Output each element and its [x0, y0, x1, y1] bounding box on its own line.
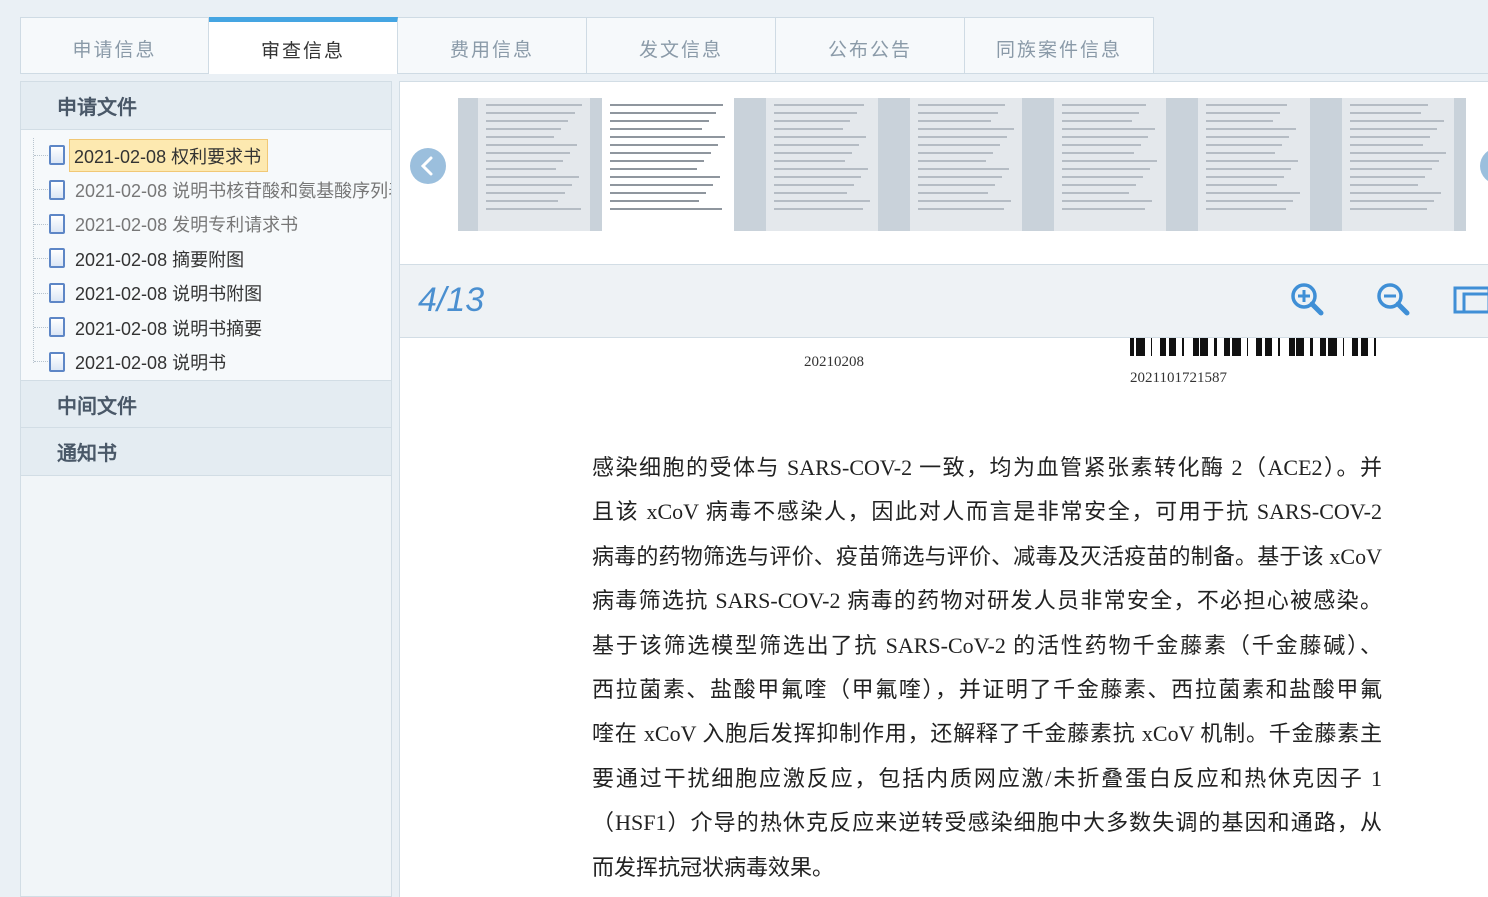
file-label: 2021-02-08 说明书 [75, 353, 227, 374]
document-line: 病毒的药物筛选与评价、疫苗筛选与评价、减毒及灭活疫苗的制备。基于该 xCoV [592, 543, 1382, 569]
file-label: 2021-02-08 权利要求书 [69, 138, 269, 172]
document-line: （HSF1）介导的热休克反应来逆转受感染细胞中大多数失调的基因和通路，从 [592, 810, 1382, 836]
thumbnail-page-preview [1198, 98, 1310, 231]
file-item-request[interactable]: 2021-02-08 发明专利请求书 [21, 207, 391, 241]
file-label: 2021-02-08 摘要附图 [75, 249, 245, 270]
tab-application-info[interactable]: 申请信息 [20, 17, 209, 74]
document-line: 喹在 xCoV 入胞后发挥抑制作用，还解释了千金藤素抗 xCoV 机制。千金藤素… [592, 721, 1382, 747]
document-line: 基于该筛选模型筛选出了抗 SARS-CoV-2 的活性药物千金藤素（千金藤碱）、 [592, 632, 1382, 658]
file-label: 2021-02-08 说明书附图 [75, 284, 263, 305]
document-line: 要通过干扰细胞应激反应，包括内质网应激/未折叠蛋白反应和热休克因子 1 [592, 765, 1382, 791]
tab-dispatch-info[interactable]: 发文信息 [587, 17, 776, 74]
file-item-description-abstract[interactable]: 2021-02-08 说明书摘要 [21, 310, 391, 344]
document-icon [49, 179, 65, 200]
section-notices[interactable]: 通知书 [21, 428, 391, 476]
file-label: 2021-02-08 说明书摘要 [75, 318, 263, 339]
file-item-description-figures[interactable]: 2021-02-08 说明书附图 [21, 276, 391, 310]
document-line: 病毒筛选抗 SARS-COV-2 病毒的药物对研发人员非常安全，不必担心被感染。 [592, 588, 1382, 614]
section-intermediate-files[interactable]: 中间文件 [21, 380, 391, 428]
document-icon [49, 145, 65, 166]
thumbnail-page-preview [766, 98, 878, 231]
thumbnail-page-preview [1054, 98, 1166, 231]
page-thumbnail[interactable] [1178, 98, 1322, 231]
file-sidebar: 申请文件 2021-02-08 权利要求书 2021-02-08 说明书核苷酸和… [20, 81, 392, 897]
thumbnail-strip [400, 82, 1488, 264]
file-item-sequence-listing[interactable]: 2021-02-08 说明书核苷酸和氨基酸序列表 [21, 172, 391, 206]
tab-fee-info[interactable]: 费用信息 [398, 17, 587, 74]
file-tree: 2021-02-08 权利要求书 2021-02-08 说明书核苷酸和氨基酸序列… [21, 130, 391, 380]
thumbnail-page-preview [602, 98, 734, 231]
document-icon [49, 248, 65, 269]
file-item-abstract-figure[interactable]: 2021-02-08 摘要附图 [21, 241, 391, 275]
tab-family-cases[interactable]: 同族案件信息 [965, 17, 1154, 74]
thumbnail-page-preview [1342, 98, 1454, 231]
page-thumbnail[interactable] [1034, 98, 1178, 231]
chevron-right-icon[interactable] [1480, 148, 1488, 184]
document-viewer: 4/13 20210208 2021101721587 感染细胞的受体与 SAR… [399, 81, 1488, 897]
thumbnail-page-preview [478, 98, 590, 231]
document-line: 感染细胞的受体与 SARS-COV-2 一致，均为血管紧张素转化酶 2（ACE2… [592, 455, 1382, 480]
tab-divider [398, 73, 1488, 74]
thumbnail-list [458, 98, 1466, 231]
file-label: 2021-02-08 发明专利请求书 [75, 215, 299, 236]
zoom-out-icon[interactable] [1374, 280, 1414, 320]
page-thumbnail[interactable] [602, 98, 746, 231]
document-icon [49, 351, 65, 372]
document-line: 而发挥抗冠状病毒效果。 [592, 854, 835, 880]
document-body: 感染细胞的受体与 SARS-COV-2 一致，均为血管紧张素转化酶 2（ACE2… [592, 446, 1382, 890]
thumbnail-page-preview [910, 98, 1022, 231]
document-icon [49, 213, 65, 234]
filing-date: 20210208 [804, 354, 864, 370]
page-thumbnail[interactable] [1322, 98, 1466, 231]
page-thumbnail[interactable] [746, 98, 890, 231]
tab-publication-notice[interactable]: 公布公告 [776, 17, 965, 74]
viewer-toolbar: 4/13 [400, 264, 1488, 338]
document-line: 且该 xCoV 病毒不感染人，因此对人而言是非常安全，可用于抗 SARS-COV… [592, 499, 1382, 525]
barcode-number: 2021101721587 [1130, 370, 1227, 386]
document-icon [49, 282, 65, 303]
file-item-claims[interactable]: 2021-02-08 权利要求书 [21, 138, 391, 172]
tab-bar: 申请信息 审查信息 费用信息 发文信息 公布公告 同族案件信息 [20, 17, 1154, 74]
chevron-left-icon[interactable] [410, 148, 446, 184]
tab-examination-info[interactable]: 审查信息 [209, 17, 398, 74]
page-thumbnail[interactable] [458, 98, 602, 231]
page-counter: 4/13 [418, 281, 485, 319]
document-icon [49, 317, 65, 338]
file-item-description[interactable]: 2021-02-08 说明书 [21, 344, 391, 378]
fit-page-icon[interactable] [1452, 280, 1488, 320]
zoom-in-icon[interactable] [1288, 280, 1328, 320]
page-thumbnail[interactable] [890, 98, 1034, 231]
barcode [1130, 338, 1376, 356]
document-page: 20210208 2021101721587 感染细胞的受体与 SARS-COV… [400, 338, 1488, 897]
file-label: 2021-02-08 说明书核苷酸和氨基酸序列表 [75, 181, 391, 202]
section-application-files[interactable]: 申请文件 [21, 82, 391, 130]
document-line: 西拉菌素、盐酸甲氟喹（甲氟喹），并证明了千金藤素、西拉菌素和盐酸甲氟 [592, 676, 1382, 702]
